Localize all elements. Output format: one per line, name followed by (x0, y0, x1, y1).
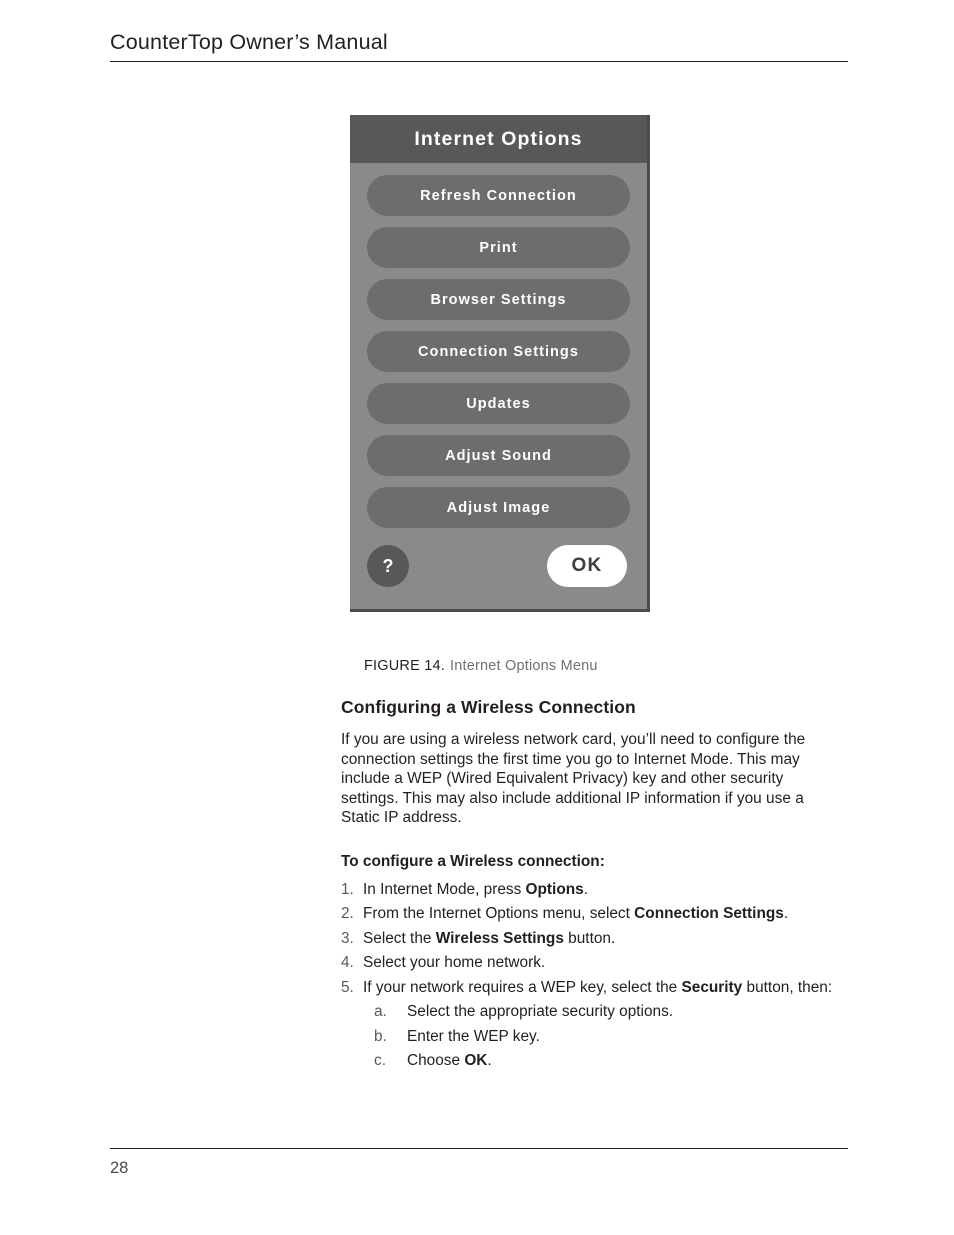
procedure-step: 5. If your network requires a WEP key, se… (341, 978, 841, 1071)
dialog-menu-list: Refresh Connection Print Browser Setting… (350, 163, 647, 528)
ok-button-label: OK (571, 555, 603, 576)
emphasis-text: Connection Settings (634, 905, 784, 923)
step-text: Select your home network. (363, 953, 841, 972)
menu-button-browser-settings[interactable]: Browser Settings (367, 279, 630, 320)
menu-button-label: Browser Settings (430, 291, 567, 308)
step-text-run: . (783, 905, 789, 923)
step-marker: 4. (341, 954, 354, 972)
page-footer: 28 (110, 1148, 848, 1178)
step-text-run: button, then: (742, 978, 833, 996)
body-paragraph: If you are using a wireless network card… (341, 731, 806, 827)
help-question-mark-icon[interactable]: ? (367, 545, 409, 587)
step-text: Select the Wireless Settings button. (363, 929, 841, 948)
figure-caption-text: Internet Options Menu (449, 658, 598, 674)
figure-internet-options: Internet Options Refresh Connection Prin… (350, 115, 650, 612)
page-header: CounterTop Owner’s Manual (110, 30, 848, 62)
footer-rule (110, 1148, 848, 1149)
step-text-run: Select the appropriate security options. (407, 1003, 674, 1021)
menu-button-label: Print (479, 239, 518, 256)
procedure-substep: a. Select the appropriate security option… (374, 1002, 841, 1021)
procedure-step: 1. In Internet Mode, press Options. (341, 880, 841, 899)
substep-text: Select the appropriate security options. (407, 1002, 841, 1021)
substep-text: Choose OK. (407, 1051, 841, 1070)
substep-text: Enter the WEP key. (407, 1027, 841, 1046)
dialog-titlebar: Internet Options (350, 115, 647, 163)
emphasis-text: Security (681, 978, 743, 996)
dialog-footer: ? OK (367, 545, 627, 587)
procedure-step: 3. Select the Wireless Settings button. (341, 929, 841, 948)
menu-button-label: Adjust Sound (445, 447, 552, 464)
emphasis-text: Options (525, 880, 584, 898)
procedure-heading: To configure a Wireless connection: (341, 852, 605, 870)
menu-button-connection-settings[interactable]: Connection Settings (367, 331, 630, 372)
internet-options-dialog: Internet Options Refresh Connection Prin… (350, 115, 650, 612)
step-text-run: From the Internet Options menu, select (363, 905, 635, 923)
menu-button-label: Connection Settings (418, 343, 579, 360)
step-row: 5. If your network requires a WEP key, se… (341, 978, 841, 997)
step-text-run: Select the (363, 929, 436, 947)
step-text-run: If your network requires a WEP key, sele… (363, 978, 682, 996)
step-row: 2. From the Internet Options menu, select… (341, 904, 841, 923)
procedure-substep-list: a. Select the appropriate security option… (341, 1002, 841, 1070)
section-heading: Configuring a Wireless Connection (341, 697, 636, 717)
header-rule (110, 61, 848, 62)
emphasis-text: Wireless Settings (435, 929, 564, 947)
menu-button-adjust-image[interactable]: Adjust Image (367, 487, 630, 528)
menu-button-label: Adjust Image (446, 499, 551, 516)
menu-button-adjust-sound[interactable]: Adjust Sound (367, 435, 630, 476)
procedure-step-list: 1. In Internet Mode, press Options. 2. From… (341, 880, 841, 1071)
substep-marker: c. (374, 1052, 386, 1070)
step-marker: 2. (341, 905, 354, 923)
step-text: In Internet Mode, press Options. (363, 880, 841, 899)
step-text: If your network requires a WEP key, sele… (363, 978, 841, 997)
menu-button-updates[interactable]: Updates (367, 383, 630, 424)
step-marker: 1. (341, 880, 354, 898)
menu-button-print[interactable]: Print (367, 227, 630, 268)
page-number: 28 (110, 1159, 129, 1177)
menu-button-label: Refresh Connection (420, 187, 577, 204)
help-button-label: ? (382, 555, 394, 576)
substep-marker: a. (374, 1003, 387, 1021)
procedure-step: 2. From the Internet Options menu, select… (341, 904, 841, 923)
step-text: From the Internet Options menu, select C… (363, 904, 841, 923)
content-column: Configuring a Wireless Connection If you… (341, 697, 841, 1076)
menu-button-label: Updates (466, 395, 531, 412)
procedure-substep: c. Choose OK. (374, 1051, 841, 1070)
step-marker: 5. (341, 978, 354, 996)
step-text-run: . (583, 880, 588, 898)
step-text-run: Enter the WEP key. (407, 1027, 540, 1045)
step-row: 4. Select your home network. (341, 953, 841, 972)
figure-caption: FIGURE 14. Internet Options Menu (364, 658, 598, 674)
step-text-run: . (487, 1052, 492, 1070)
step-row: 1. In Internet Mode, press Options. (341, 880, 841, 899)
emphasis-text: OK (464, 1052, 488, 1070)
step-row: 3. Select the Wireless Settings button. (341, 929, 841, 948)
ok-button[interactable]: OK (547, 545, 627, 587)
substep-marker: b. (374, 1027, 387, 1045)
page-header-title: CounterTop Owner’s Manual (110, 30, 388, 54)
step-text-run: In Internet Mode, press (363, 880, 526, 898)
menu-button-refresh-connection[interactable]: Refresh Connection (367, 175, 630, 216)
step-text-run: Choose (407, 1052, 465, 1070)
dialog-title: Internet Options (414, 127, 583, 150)
procedure-step: 4. Select your home network. (341, 953, 841, 972)
figure-caption-label: FIGURE 14. (364, 658, 445, 674)
step-text-run: Select your home network. (363, 954, 546, 972)
step-text-run: button. (563, 929, 616, 947)
step-marker: 3. (341, 929, 354, 947)
procedure-substep: b. Enter the WEP key. (374, 1027, 841, 1046)
